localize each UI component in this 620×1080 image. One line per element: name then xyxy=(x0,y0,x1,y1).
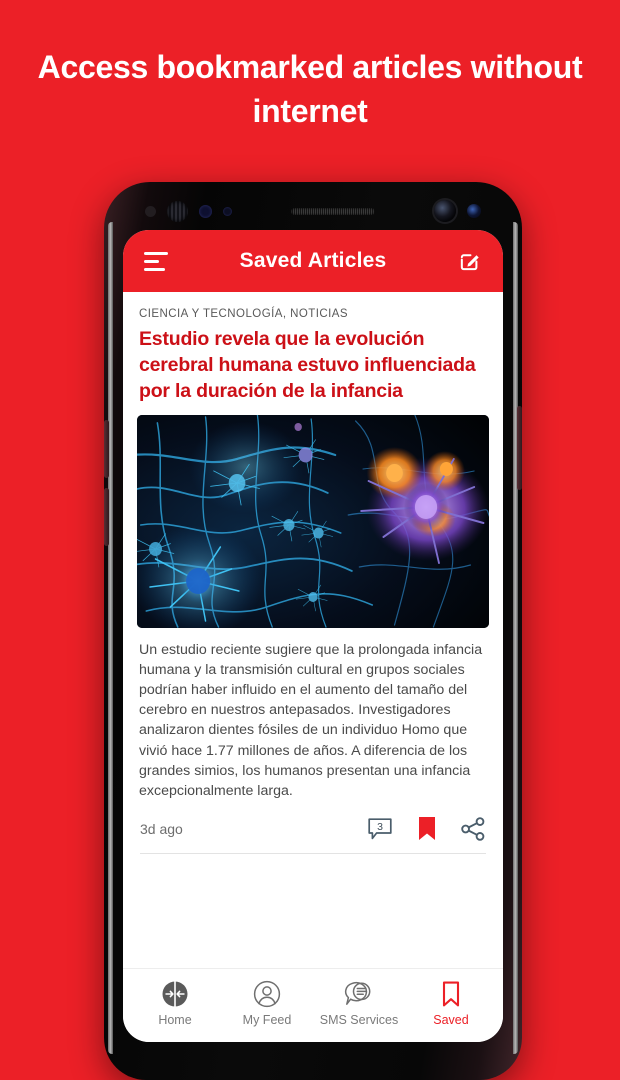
volume-up-button[interactable] xyxy=(104,420,109,478)
nav-label-saved: Saved xyxy=(433,1013,469,1027)
nav-item-home[interactable]: Home xyxy=(129,980,221,1027)
front-camera-icon xyxy=(434,200,456,222)
volume-down-button[interactable] xyxy=(104,488,109,546)
article-actions: 3d ago 3 xyxy=(137,801,489,853)
promo-headline: Access bookmarked articles without inter… xyxy=(37,48,583,129)
article-category[interactable]: CIENCIA Y TECNOLOGÍA, NOTICIAS xyxy=(137,292,489,327)
proximity-sensor-icon xyxy=(199,204,212,218)
comment-button[interactable]: 3 xyxy=(367,817,393,841)
phone-screen: Saved Articles CIENCIA Y TECNOLOGÍA, NOT… xyxy=(123,230,503,1042)
secondary-camera-icon xyxy=(467,204,481,218)
app-bar: Saved Articles xyxy=(123,230,503,292)
hamburger-menu-icon xyxy=(144,251,168,271)
phone-right-rail xyxy=(513,222,518,1054)
bottom-navigation: Home My Feed SMS Services Saved xyxy=(123,968,503,1042)
article-hero-image xyxy=(137,414,489,628)
nav-item-my-feed[interactable]: My Feed xyxy=(221,980,313,1027)
bookmark-filled-icon xyxy=(419,817,435,841)
user-circle-icon xyxy=(253,980,281,1008)
phone-mockup: Saved Articles CIENCIA Y TECNOLOGÍA, NOT… xyxy=(104,182,522,1080)
article-headline[interactable]: Estudio revela que la evolución cerebral… xyxy=(137,327,489,415)
earpiece-speaker xyxy=(291,207,375,215)
nav-item-sms-services[interactable]: SMS Services xyxy=(313,980,405,1027)
iris-scanner-icon xyxy=(167,200,188,222)
share-icon xyxy=(461,816,485,841)
article-divider xyxy=(140,853,486,855)
bookmark-button[interactable] xyxy=(418,816,436,841)
comment-count: 3 xyxy=(377,821,383,834)
article-timestamp: 3d ago xyxy=(140,820,183,837)
article-card[interactable]: CIENCIA Y TECNOLOGÍA, NOTICIAS Estudio r… xyxy=(123,292,503,855)
article-action-icons: 3 xyxy=(367,816,486,841)
compose-edit-icon xyxy=(461,253,480,270)
sensor-group-left xyxy=(145,200,232,222)
share-button[interactable] xyxy=(461,816,486,841)
nav-label-sms-services: SMS Services xyxy=(319,1013,399,1027)
light-sensor-icon xyxy=(223,206,232,216)
page-title: Saved Articles xyxy=(239,249,387,272)
power-button[interactable] xyxy=(517,406,522,490)
nav-label-my-feed: My Feed xyxy=(242,1013,292,1027)
nav-label-home: Home xyxy=(158,1013,192,1027)
compose-button[interactable] xyxy=(453,244,487,278)
phone-left-rail xyxy=(108,222,113,1054)
hamburger-menu-button[interactable] xyxy=(139,244,173,278)
home-target-icon xyxy=(162,981,188,1007)
phone-sensor-strip xyxy=(123,190,503,232)
nav-item-saved[interactable]: Saved xyxy=(405,980,497,1027)
chat-lines-icon xyxy=(344,981,371,1005)
ir-sensor-icon xyxy=(145,205,156,217)
promo-banner: Access bookmarked articles without inter… xyxy=(0,0,620,178)
bookmark-outline-icon xyxy=(442,981,460,1007)
sensor-group-right xyxy=(434,200,481,222)
article-body: Un estudio reciente sugiere que la prolo… xyxy=(139,641,483,799)
neuron-network-illustration xyxy=(137,414,489,628)
